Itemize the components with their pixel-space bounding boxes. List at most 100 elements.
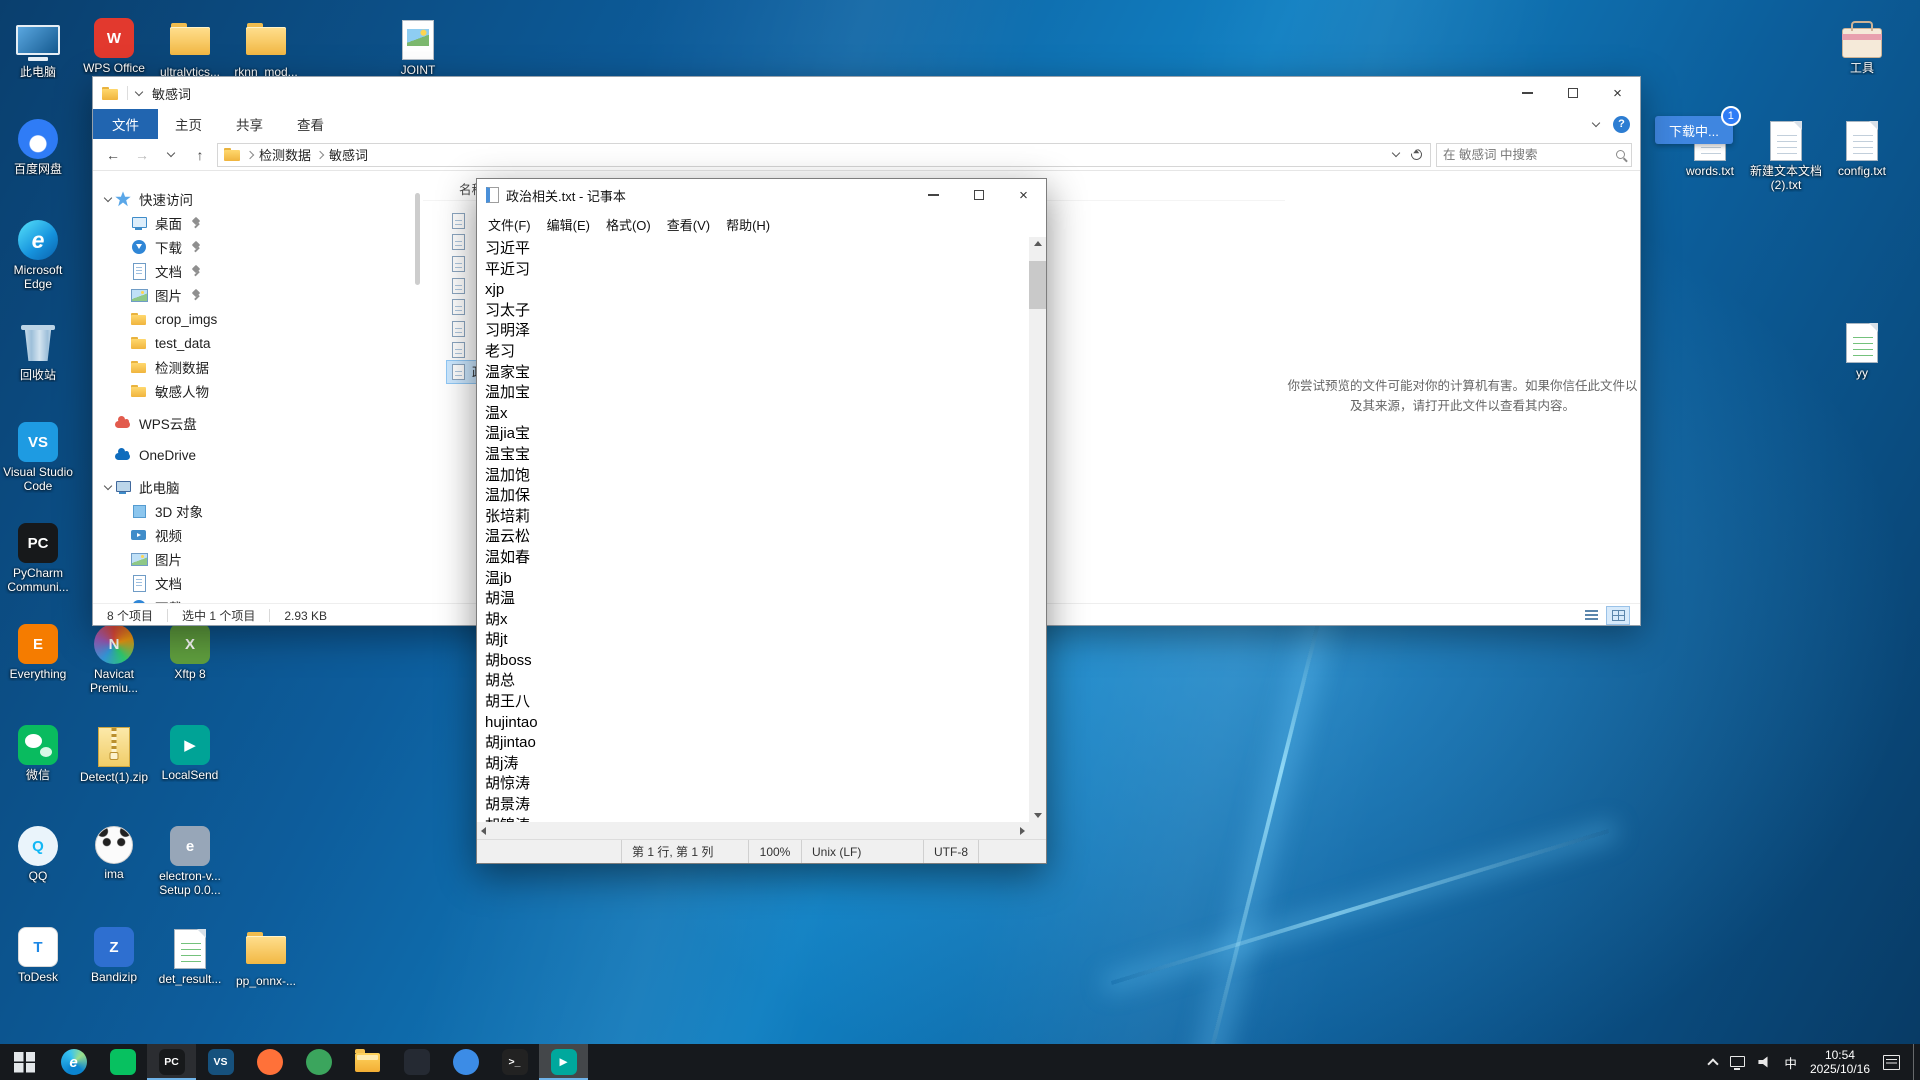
taskbar-terminal-button[interactable]: >_ [490, 1044, 539, 1080]
desktop-icon-pp-onnx[interactable]: pp_onnx-... [228, 927, 304, 988]
ribbon-collapse-icon[interactable] [1592, 118, 1600, 126]
desktop-icon-new-text-doc-2[interactable]: 新建文本文档 (2).txt [1748, 119, 1824, 192]
large-icons-view-button[interactable] [1606, 606, 1630, 625]
desktop-icon-baidu-netdisk[interactable]: 百度网盘 [0, 119, 76, 176]
explorer-close-button[interactable]: × [1595, 77, 1640, 109]
sidebar-item-this-pc[interactable]: 此电脑 [93, 475, 423, 499]
scroll-left-icon[interactable] [481, 827, 486, 835]
desktop-icon-recycle-bin[interactable]: 回收站 [0, 321, 76, 382]
sidebar-item-documents-2[interactable]: 文档 [93, 571, 423, 595]
up-button[interactable]: ↑ [188, 143, 212, 167]
menu-view[interactable]: 查看(V) [659, 215, 718, 234]
desktop-icon-vscode[interactable]: VSVisual Studio Code [0, 422, 76, 493]
scrollbar-thumb[interactable] [415, 193, 420, 285]
menu-help[interactable]: 帮助(H) [718, 215, 778, 234]
tab-home[interactable]: 主页 [158, 109, 219, 139]
history-dropdown-button[interactable] [159, 143, 183, 167]
desktop-icon-wps-office[interactable]: WWPS Office [76, 18, 152, 75]
desktop-icon-todesk[interactable]: TToDesk [0, 927, 76, 984]
sidebar-item-pictures-2[interactable]: 图片 [93, 547, 423, 571]
desktop-icon-qq[interactable]: QQQ [0, 826, 76, 883]
taskbar-localsend-button[interactable]: ▶ [539, 1044, 588, 1080]
back-button[interactable]: ← [101, 143, 125, 167]
refresh-icon[interactable] [1409, 147, 1424, 162]
desktop-icon-config-txt[interactable]: config.txt [1824, 119, 1900, 178]
scroll-down-icon[interactable] [1034, 813, 1042, 818]
notepad-close-button[interactable]: × [1001, 179, 1046, 211]
vertical-scrollbar[interactable] [1029, 237, 1046, 822]
breadcrumb[interactable]: 检测数据 敏感词 [217, 143, 1431, 167]
tab-share[interactable]: 共享 [219, 109, 280, 139]
search-input[interactable] [1443, 148, 1612, 162]
action-center-icon[interactable] [1883, 1055, 1900, 1070]
sidebar-item-videos[interactable]: 视频 [93, 523, 423, 547]
taskbar-vscode-button[interactable]: VS [196, 1044, 245, 1080]
hidden-icons-chevron-icon[interactable] [1708, 1058, 1719, 1069]
help-icon[interactable]: ? [1613, 116, 1630, 133]
tab-view[interactable]: 查看 [280, 109, 341, 139]
details-view-button[interactable] [1579, 606, 1603, 625]
address-dropdown-icon[interactable] [1392, 149, 1400, 157]
vertical-scrollbar-thumb[interactable] [1029, 261, 1046, 309]
network-icon[interactable] [1730, 1056, 1745, 1067]
sidebar-item-detection-data[interactable]: 检测数据 [93, 355, 423, 379]
desktop-icon-det-result[interactable]: det_result... [152, 927, 228, 986]
sidebar-item-wps-cloud[interactable]: WPS云盘 [93, 411, 423, 435]
desktop-icon-detect-zip[interactable]: Detect(1).zip [76, 725, 152, 784]
sidebar-item-onedrive[interactable]: OneDrive [93, 443, 423, 467]
sidebar-item-pictures[interactable]: 图片 [93, 283, 423, 307]
volume-icon[interactable] [1758, 1056, 1771, 1068]
notepad-titlebar[interactable]: 政治相关.txt - 记事本 × [477, 179, 1046, 211]
taskbar-dark-app-button[interactable] [392, 1044, 441, 1080]
desktop-icon-bandizip[interactable]: ZBandizip [76, 927, 152, 984]
taskbar-edge-button[interactable]: e [49, 1044, 98, 1080]
tab-file[interactable]: 文件 [93, 109, 158, 139]
desktop-icon-localsend[interactable]: ▶LocalSend [152, 725, 228, 782]
desktop-icon-this-pc[interactable]: 此电脑 [0, 18, 76, 79]
notepad-maximize-button[interactable] [956, 179, 1001, 211]
desktop-icon-xftp[interactable]: XXftp 8 [152, 624, 228, 681]
taskbar-pycharm-button[interactable]: PC [147, 1044, 196, 1080]
show-desktop-button[interactable] [1913, 1044, 1918, 1080]
sidebar-item-objects-3d[interactable]: 3D 对象 [93, 499, 423, 523]
desktop-icon-ima[interactable]: ima [76, 826, 152, 881]
sidebar-item-quick-access[interactable]: 快速访问 [93, 187, 423, 211]
desktop-icon-navicat[interactable]: NNavicat Premiu... [76, 624, 152, 695]
scroll-right-icon[interactable] [1020, 827, 1025, 835]
desktop-icon-tools[interactable]: 工具 [1824, 18, 1900, 75]
desktop-icon-pycharm[interactable]: PCPyCharm Communi... [0, 523, 76, 594]
horizontal-scrollbar[interactable] [477, 822, 1029, 839]
search-box[interactable] [1436, 143, 1632, 167]
input-method-indicator[interactable]: 中 [1784, 1053, 1797, 1072]
taskbar-firefox-button[interactable] [245, 1044, 294, 1080]
qat-customize-chevron-icon[interactable] [135, 87, 143, 95]
desktop-icon-rknn-model[interactable]: rknn_mod... [228, 18, 304, 79]
desktop-icon-electron-setup[interactable]: eelectron-v... Setup 0.0... [152, 826, 228, 897]
sidebar-scrollbar[interactable] [412, 171, 423, 603]
explorer-minimize-button[interactable] [1505, 77, 1550, 109]
taskbar-wechat-button[interactable] [98, 1044, 147, 1080]
explorer-maximize-button[interactable] [1550, 77, 1595, 109]
desktop-icon-wechat[interactable]: 微信 [0, 725, 76, 782]
sidebar-item-downloads[interactable]: 下载 [93, 235, 423, 259]
breadcrumb-segment-parent[interactable]: 检测数据 [259, 145, 311, 164]
taskbar-blue-app-button[interactable] [441, 1044, 490, 1080]
taskbar-file-explorer-button[interactable] [343, 1044, 392, 1080]
menu-file[interactable]: 文件(F) [480, 215, 539, 234]
desktop-icon-ultralytics[interactable]: ultralytics... [152, 18, 228, 79]
download-indicator[interactable]: 下载中... 1 [1655, 116, 1733, 144]
explorer-titlebar[interactable]: 敏感词 × [93, 77, 1640, 109]
sidebar-item-test-data[interactable]: test_data [93, 331, 423, 355]
notepad-text-area[interactable]: 习近平平近习xjp习太子习明泽老习温家宝温加宝温x温jia宝温宝宝温加饱温加保张… [477, 237, 1046, 839]
sidebar-item-desktop[interactable]: 桌面 [93, 211, 423, 235]
taskbar-green-app-button[interactable] [294, 1044, 343, 1080]
desktop-icon-microsoft-edge[interactable]: eMicrosoft Edge [0, 220, 76, 291]
menu-format[interactable]: 格式(O) [598, 215, 659, 234]
desktop-icon-yy[interactable]: yy [1824, 321, 1900, 380]
scroll-up-icon[interactable] [1034, 241, 1042, 246]
sidebar-item-sensitive-people[interactable]: 敏感人物 [93, 379, 423, 403]
menu-edit[interactable]: 编辑(E) [539, 215, 598, 234]
clock[interactable]: 10:54 2025/10/16 [1810, 1048, 1870, 1076]
sidebar-item-downloads-2[interactable]: 下载 [93, 595, 423, 603]
breadcrumb-segment-current[interactable]: 敏感词 [329, 145, 368, 164]
